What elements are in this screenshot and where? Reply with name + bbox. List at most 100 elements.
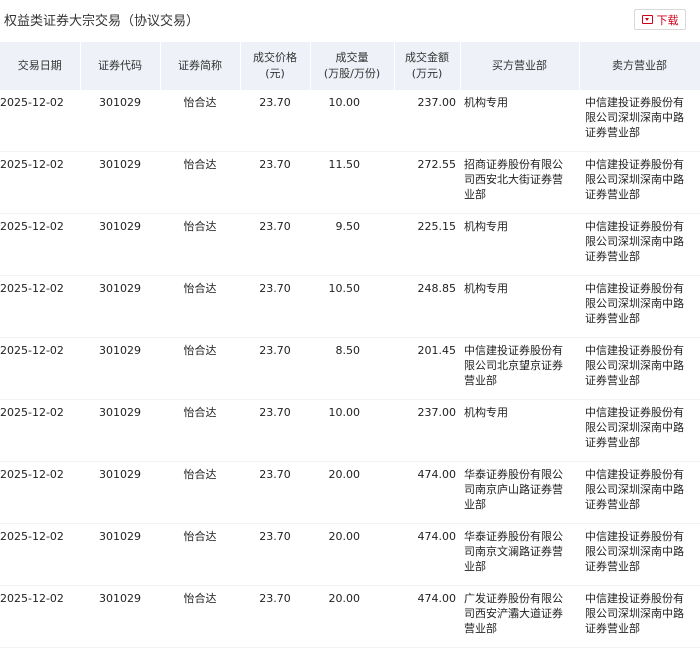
header-amount: 成交金额 (万元) [394, 42, 461, 90]
header-volume: 成交量 (万股/万份) [310, 42, 395, 90]
cell-buyer: 广发证券股份有限公司西安浐灞大道证券营业部 [460, 585, 579, 648]
cell-amount: 248.85 [394, 275, 460, 338]
cell-date: 2025-12-02 [0, 275, 80, 338]
cell-volume: 20.00 [310, 523, 394, 586]
cell-name: 怡合达 [160, 523, 240, 586]
cell-seller: 中信建投证券股份有限公司深圳深南中路证券营业部 [579, 461, 700, 524]
cell-date: 2025-12-02 [0, 337, 80, 400]
table-row: 2025-12-02 301029 怡合达 23.70 9.50 225.15 机构专用 中信… [0, 213, 700, 276]
cell-buyer: 中信建投证券股份有限公司北京望京证券营业部 [460, 337, 579, 400]
header-date: 交易日期 [0, 42, 81, 90]
table-row: 2025-12-02 301029 怡合达 23.70 20.00 474.00 华泰证券股… [0, 523, 700, 586]
cell-name: 怡合达 [160, 585, 240, 648]
cell-seller: 中信建投证券股份有限公司深圳深南中路证券营业部 [579, 275, 700, 338]
table-row: 2025-12-02 301029 怡合达 23.70 10.00 237.00 机构专用中… [0, 90, 700, 152]
cell-name: 怡合达 [160, 151, 240, 214]
cell-seller: 中信建投证券股份有限公司深圳深南中路证券营业部 [579, 337, 700, 400]
page-title: 权益类证券大宗交易（协议交易） [4, 14, 200, 29]
header-price-line2: (元) [265, 67, 285, 80]
header-volume-line1: 成交量 [335, 51, 369, 64]
cell-buyer: 机构专用 [460, 399, 579, 462]
cell-amount: 201.45 [394, 337, 460, 400]
cell-buyer: 华泰证券股份有限公司南京文澜路证券营业部 [460, 523, 579, 586]
block-trade-table: 交易日期 证券代码 证券简称 成交价格 (元) 成交量 (万股/万份) 成交金额… [0, 42, 700, 648]
cell-seller: 中信建投证券股份有限公司深圳深南中路证券营业部 [579, 585, 700, 648]
cell-name: 怡合达 [160, 399, 240, 462]
cell-price: 23.70 [240, 399, 310, 462]
cell-buyer: 华泰证券股份有限公司南京庐山路证券营业部 [460, 461, 579, 524]
table-header-row: 交易日期 证券代码 证券简称 成交价格 (元) 成交量 (万股/万份) 成交金额… [0, 42, 700, 90]
cell-amount: 237.00 [394, 399, 460, 462]
cell-buyer: 机构专用 [460, 275, 579, 338]
cell-price: 23.70 [240, 337, 310, 400]
header-amount-line2: (万元) [411, 67, 443, 80]
table-row: 2025-12-02 301029 怡合达 23.70 8.50 201.45 中信建投证券… [0, 337, 700, 400]
header-price: 成交价格 (元) [240, 42, 311, 90]
cell-date: 2025-12-02 [0, 523, 80, 586]
cell-amount: 474.00 [394, 585, 460, 648]
cell-name: 怡合达 [160, 461, 240, 524]
cell-code: 301029 [80, 585, 160, 648]
cell-name: 怡合达 [160, 90, 240, 152]
cell-name: 怡合达 [160, 213, 240, 276]
cell-date: 2025-12-02 [0, 461, 80, 524]
cell-volume: 8.50 [310, 337, 394, 400]
cell-buyer: 招商证券股份有限公司西安北大街证券营业部 [460, 151, 579, 214]
cell-volume: 10.00 [310, 90, 394, 152]
cell-seller: 中信建投证券股份有限公司深圳深南中路证券营业部 [579, 523, 700, 586]
cell-code: 301029 [80, 213, 160, 276]
table-row: 2025-12-02 301029 怡合达 23.70 11.50 272.55 招商证券股… [0, 151, 700, 214]
download-label: 下载 [656, 13, 679, 27]
cell-price: 23.70 [240, 585, 310, 648]
table-row: 2025-12-02 301029 怡合达 23.70 20.00 474.00 华泰证券股… [0, 461, 700, 524]
cell-code: 301029 [80, 461, 160, 524]
cell-name: 怡合达 [160, 275, 240, 338]
header-name: 证券简称 [160, 42, 241, 90]
cell-seller: 中信建投证券股份有限公司深圳深南中路证券营业部 [579, 90, 700, 152]
cell-amount: 272.55 [394, 151, 460, 214]
cell-price: 23.70 [240, 523, 310, 586]
title-bar: 权益类证券大宗交易（协议交易） 下载 [0, 0, 700, 36]
cell-code: 301029 [80, 90, 160, 152]
header-buyer: 买方营业部 [460, 42, 580, 90]
cell-price: 23.70 [240, 151, 310, 214]
header-amount-line1: 成交金额 [405, 51, 449, 64]
cell-volume: 20.00 [310, 585, 394, 648]
cell-price: 23.70 [240, 90, 310, 152]
cell-code: 301029 [80, 275, 160, 338]
cell-seller: 中信建投证券股份有限公司深圳深南中路证券营业部 [579, 213, 700, 276]
cell-amount: 474.00 [394, 523, 460, 586]
cell-date: 2025-12-02 [0, 151, 80, 214]
cell-date: 2025-12-02 [0, 90, 80, 152]
cell-volume: 20.00 [310, 461, 394, 524]
cell-volume: 11.50 [310, 151, 394, 214]
cell-seller: 中信建投证券股份有限公司深圳深南中路证券营业部 [579, 399, 700, 462]
header-seller: 卖方营业部 [579, 42, 700, 90]
header-price-line1: 成交价格 [253, 51, 297, 64]
header-code: 证券代码 [80, 42, 161, 90]
cell-price: 23.70 [240, 461, 310, 524]
table-body: 2025-12-02 301029 怡合达 23.70 10.00 237.00 机构专用中… [0, 90, 700, 648]
cell-code: 301029 [80, 399, 160, 462]
cell-code: 301029 [80, 523, 160, 586]
cell-volume: 9.50 [310, 213, 394, 276]
cell-code: 301029 [80, 337, 160, 400]
download-button[interactable]: 下载 [634, 9, 686, 30]
cell-date: 2025-12-02 [0, 585, 80, 648]
cell-buyer: 机构专用 [460, 213, 579, 276]
cell-volume: 10.50 [310, 275, 394, 338]
cell-buyer: 机构专用 [460, 90, 579, 152]
cell-name: 怡合达 [160, 337, 240, 400]
cell-date: 2025-12-02 [0, 399, 80, 462]
cell-price: 23.70 [240, 213, 310, 276]
cell-price: 23.70 [240, 275, 310, 338]
cell-code: 301029 [80, 151, 160, 214]
table-row: 2025-12-02 301029 怡合达 23.70 10.00 237.00 机构专用中… [0, 399, 700, 462]
table-row: 2025-12-02 301029 怡合达 23.70 10.50 248.85 机构专用中… [0, 275, 700, 338]
cell-amount: 474.00 [394, 461, 460, 524]
cell-seller: 中信建投证券股份有限公司深圳深南中路证券营业部 [579, 151, 700, 214]
cell-amount: 225.15 [394, 213, 460, 276]
cell-date: 2025-12-02 [0, 213, 80, 276]
download-icon [641, 15, 653, 24]
cell-volume: 10.00 [310, 399, 394, 462]
